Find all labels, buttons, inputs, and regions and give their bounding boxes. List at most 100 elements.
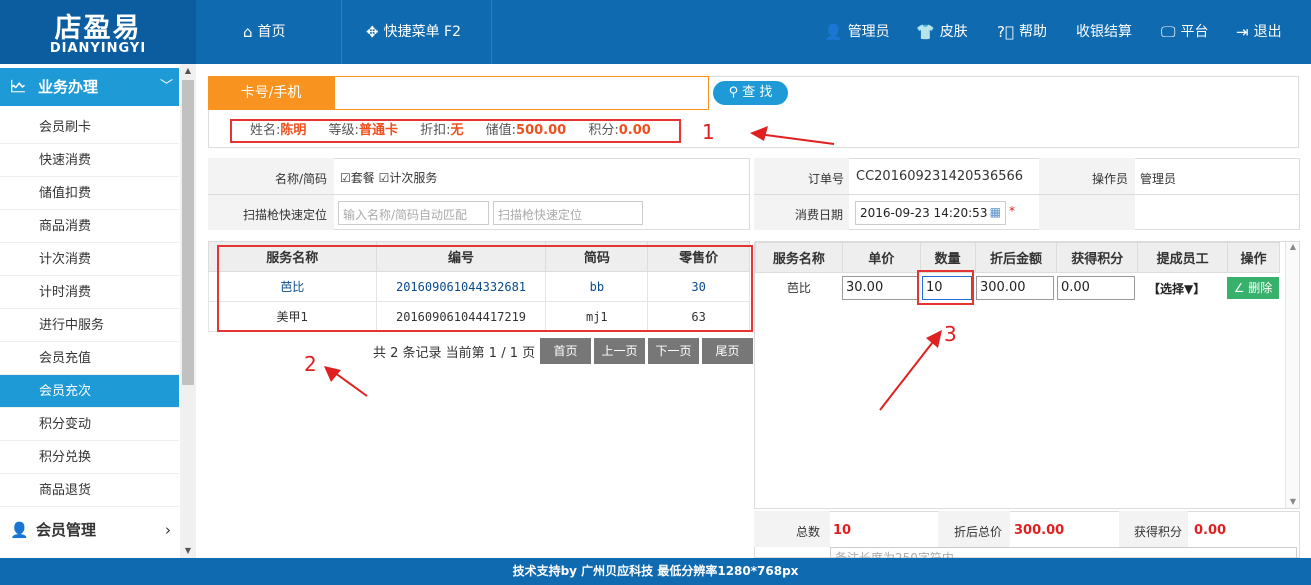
logout-icon: ⇥ [1236,23,1249,41]
member-level: 普通卡 [358,123,398,138]
cart-col-staff: 提成员工 [1137,242,1229,273]
sidebar-item[interactable]: 进行中服务 [0,309,179,342]
sidebar-item[interactable]: 商品消费 [0,210,179,243]
nav-separator [341,0,342,64]
scroll-up-arrow[interactable]: ▲ [180,64,196,78]
user-icon: 👤 [10,521,29,539]
logo-en: DIANYINGYI [49,41,147,56]
move-icon: ✥ [366,23,379,41]
nav-admin[interactable]: 👤 管理员 [824,0,890,64]
annotation-arrow-2 [324,366,368,397]
member-points-label: 积分: [588,123,619,138]
prev-page-button[interactable]: 上一页 [594,338,645,364]
scan-label: 扫描枪快速定位 [243,208,328,222]
delete-button[interactable]: ∠ 删除 [1227,277,1279,299]
nav-quick-menu[interactable]: ✥ 快捷菜单 F2 [366,0,461,64]
date-value: 2016-09-23 14:20:53 [860,206,988,220]
search-button-label: 查 找 [742,85,773,100]
calendar-icon[interactable]: ▦ [990,205,1001,219]
required-mark: * [1009,204,1015,218]
highlight-box-2 [217,245,753,332]
delete-button-label: 删除 [1248,281,1273,295]
package-checkbox-label: 套餐 [350,171,375,185]
search-button[interactable]: ⚲ 查 找 [713,81,788,105]
card-phone-label: 卡号/手机 [208,76,334,110]
package-checkbox[interactable]: ☑ [340,171,351,185]
next-page-button[interactable]: 下一页 [648,338,699,364]
sidebar-section-title: 业务办理 [38,78,99,96]
cart-col-action: 操作 [1227,242,1280,273]
sidebar-scrollbar[interactable]: ▲ ▼ [180,64,196,558]
highlight-box-3 [917,270,974,305]
first-page-button[interactable]: 首页 [540,338,591,364]
remark-input[interactable]: 备注长度为250字符内 [830,547,1297,558]
staff-select[interactable]: 【选择▼】 [1148,280,1205,297]
date-input[interactable]: 2016-09-23 14:20:53 ▦ [855,201,1006,225]
member-discount-label: 折扣: [420,123,451,138]
scroll-down-arrow[interactable]: ▼ [180,544,196,558]
nav-home[interactable]: ⌂ 首页 [243,0,286,64]
nav-admin-label: 管理员 [847,24,890,40]
order-no: CC201609231420536566 [856,169,1024,184]
price-input[interactable]: 30.00 [842,276,918,300]
sidebar-item[interactable]: 计时消费 [0,276,179,309]
nav-platform[interactable]: 🖵 平台 [1161,0,1208,64]
operator-label: 操作员 [1092,172,1129,186]
remark-placeholder: 备注长度为250字符内 [835,551,954,558]
cart-col-price: 单价 [841,242,921,273]
cart-col-qty: 数量 [919,242,976,273]
sidebar: 🗠 业务办理 ﹀ 会员刷卡 快速消费 储值扣费 商品消费 计次消费 计时消费 进行中服务 会员… [0,64,196,558]
order-divider [754,194,1300,195]
nav-skin[interactable]: 👕 皮肤 [916,0,968,64]
edit-icon: ∠ [1233,281,1245,295]
total-amount-label: 折后总价 [954,525,1003,539]
nav-platform-label: 平台 [1180,24,1209,40]
nav-help[interactable]: ?⃝ 帮助 [997,0,1047,64]
sidebar-item[interactable]: 计次消费 [0,243,179,276]
order-no-label: 订单号 [808,172,845,186]
sidebar-item[interactable]: 储值扣费 [0,177,179,210]
amount-input[interactable]: 300.00 [976,276,1054,300]
member-level-label: 等级: [328,123,359,138]
scroll-down-arrow[interactable]: ▼ [1286,497,1300,506]
cart-item-name: 芭比 [786,281,811,296]
total-count-label: 总数 [796,525,821,539]
sidebar-section-business[interactable]: 🗠 业务办理 ﹀ [0,68,179,106]
member-info: 姓名:陈明 等级:普通卡 折扣:无 储值:500.00 积分:0.00 [230,119,681,143]
sidebar-item[interactable]: 商品退货 [0,474,179,507]
annotation-arrow-1 [750,126,835,145]
sidebar-group-member[interactable]: 👤 会员管理 › [0,512,179,548]
sidebar-item[interactable]: 快速消费 [0,144,179,177]
service-checkbox[interactable]: ☑ [379,171,390,185]
chart-icon: 🗠 [10,77,27,96]
monitor-icon: 🖵 [1161,23,1176,41]
nav-logout-label: 退出 [1253,24,1282,40]
sidebar-item[interactable]: 积分兑换 [0,441,179,474]
top-bar: 店盈易 DIANYINGYI ⌂ 首页 ✥ 快捷菜单 F2 👤 管理员 👕 皮肤… [0,0,1311,64]
home-icon: ⌂ [243,23,253,41]
name-match-input[interactable]: 输入名称/简码自动匹配 [338,201,489,225]
member-discount: 无 [450,123,464,138]
service-checkbox-label: 计次服务 [389,171,438,185]
sidebar-item[interactable]: 会员充次 [0,375,179,408]
scroll-up-arrow[interactable]: ▲ [1286,242,1300,251]
last-page-button[interactable]: 尾页 [702,338,753,364]
card-phone-input[interactable] [334,76,709,110]
filter-name-label: 名称/简码 [275,172,328,186]
member-name: 陈明 [280,123,307,138]
cart-scrollbar[interactable]: ▲ ▼ [1285,242,1299,508]
sidebar-item[interactable]: 会员刷卡 [0,111,179,144]
sidebar-item[interactable]: 会员充值 [0,342,179,375]
points-input[interactable]: 0.00 [1057,276,1135,300]
scroll-thumb[interactable] [182,80,194,385]
nav-help-label: 帮助 [1018,24,1047,40]
chevron-right-icon: › [165,521,171,539]
cart-col-amount: 折后金额 [974,242,1058,273]
filter-checkboxes: ☑套餐 ☑计次服务 [340,169,437,186]
sidebar-item[interactable]: 积分变动 [0,408,179,441]
main-content: 卡号/手机 ⚲ 查 找 姓名:陈明 等级:普通卡 折扣:无 储值:500.00 … [196,64,1311,558]
nav-checkout[interactable]: 收银结算 [1076,0,1132,64]
scan-input[interactable]: 扫描枪快速定位 [493,201,643,225]
date-label: 消费日期 [795,208,844,222]
nav-logout[interactable]: ⇥ 退出 [1236,0,1282,64]
